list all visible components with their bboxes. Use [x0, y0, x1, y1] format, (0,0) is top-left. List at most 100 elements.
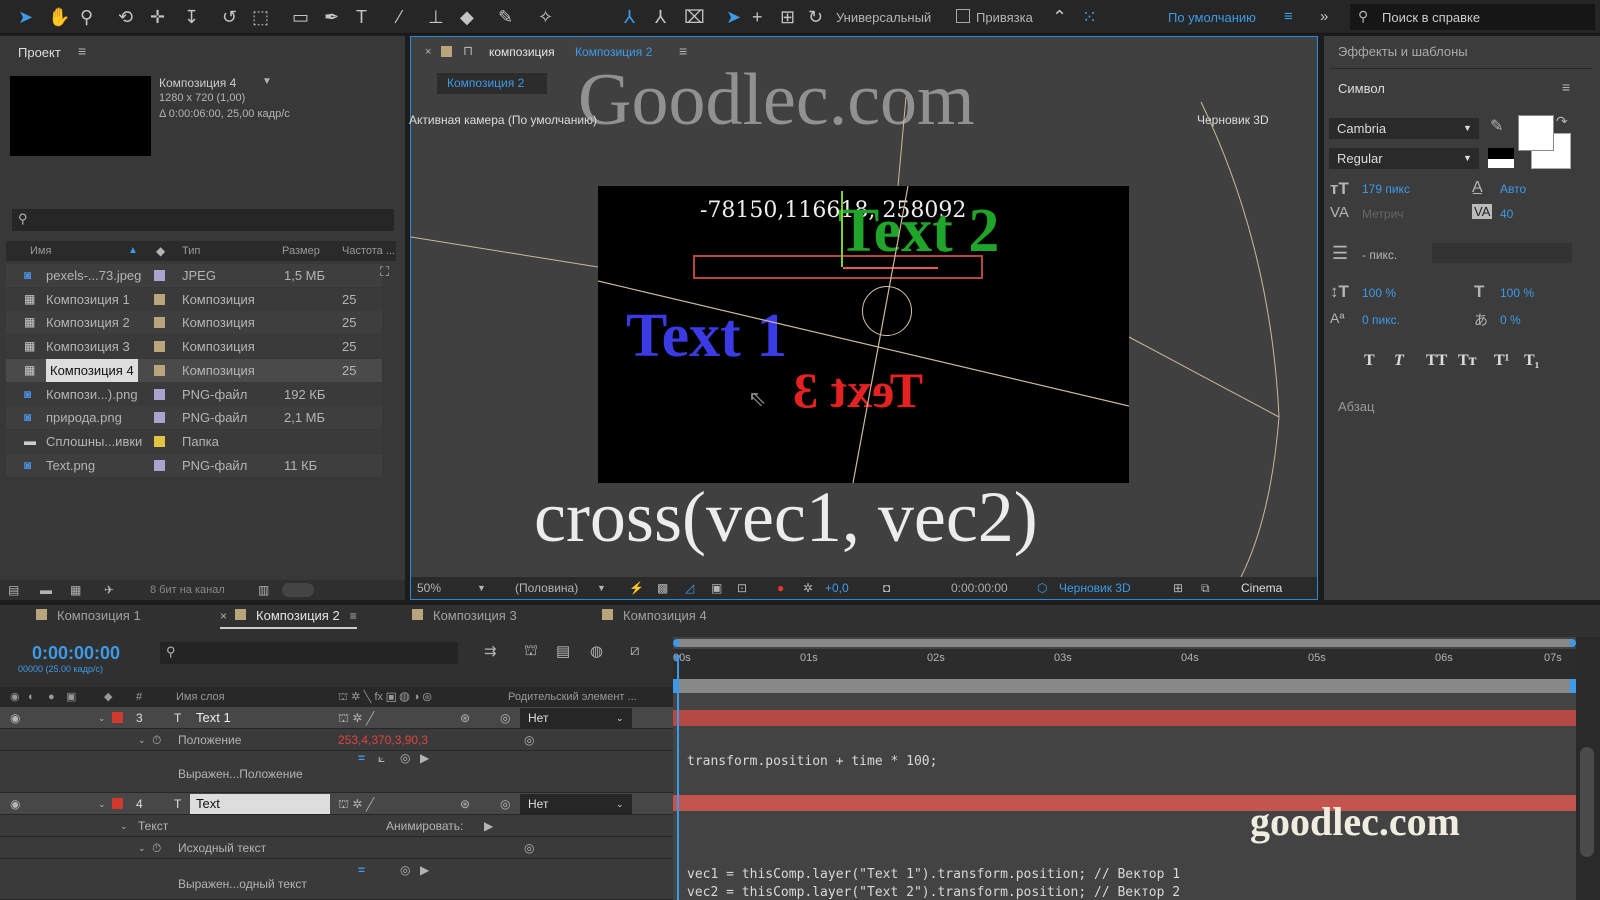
- label-swatch[interactable]: [154, 270, 165, 281]
- expand-icon[interactable]: ⌄: [138, 837, 146, 859]
- audio-icon[interactable]: ◐: [28, 687, 35, 707]
- label-swatch[interactable]: [154, 293, 165, 305]
- col-parent[interactable]: Родительский элемент ...: [508, 687, 637, 707]
- timeline-tab[interactable]: Композиция 3: [412, 605, 517, 627]
- project-item[interactable]: ▦ Композиция 2 Композиция 25: [6, 311, 382, 335]
- stroke-style-select[interactable]: [1432, 243, 1572, 263]
- frame-blending-icon[interactable]: ▤: [556, 642, 570, 660]
- label-swatch[interactable]: [154, 459, 165, 471]
- stroke-width-value[interactable]: - пикс.: [1362, 248, 1397, 262]
- solo-icon[interactable]: ●: [48, 687, 55, 707]
- col-name[interactable]: Имя: [30, 241, 51, 261]
- animate-menu-icon[interactable]: ▶: [484, 815, 493, 837]
- layer-row-text[interactable]: ◉ ⌄ 4 T Text ⛫ ✲ ╱ ⊛ ◎ Нет ⌄: [0, 793, 673, 815]
- move-icon[interactable]: +: [752, 5, 763, 29]
- project-item[interactable]: ▬ Сплошны...ивки Папка: [6, 429, 382, 453]
- view-options-icon[interactable]: ⧉: [1201, 577, 1210, 599]
- more-workspaces-icon[interactable]: »: [1320, 5, 1328, 29]
- pointer-icon[interactable]: ➤: [726, 5, 741, 29]
- expression-menu-icon[interactable]: ▶: [420, 859, 429, 881]
- font-family-select[interactable]: Cambria ▼: [1329, 118, 1479, 139]
- render-icon[interactable]: ✈: [104, 580, 114, 600]
- graph-icon[interactable]: ⟀: [378, 747, 385, 769]
- col-layer-name[interactable]: Имя слоя: [176, 687, 225, 707]
- clone-stamp-icon[interactable]: ⊥: [428, 5, 444, 29]
- expand-icon[interactable]: ⌄: [138, 729, 146, 751]
- project-item[interactable]: ▦ Композиция 3 Композиция 25: [6, 335, 382, 359]
- motion-blur-icon[interactable]: ◍: [590, 642, 603, 660]
- project-item[interactable]: ▦ Композиция 4 Композиция 25: [6, 358, 382, 382]
- visibility-icon[interactable]: ◉: [10, 707, 20, 729]
- eyedropper-icon[interactable]: ✎: [1490, 116, 1503, 136]
- superscript-button[interactable]: T¹: [1494, 352, 1509, 370]
- view-layout-icon[interactable]: ⊞: [1173, 577, 1183, 599]
- label-swatch[interactable]: [154, 341, 165, 353]
- rotate-tool-icon[interactable]: ↺: [222, 5, 237, 29]
- label-swatch[interactable]: [112, 712, 123, 723]
- exposure-value[interactable]: +0,0: [825, 577, 849, 599]
- paragraph-tab[interactable]: Абзац: [1338, 399, 1374, 414]
- label-swatch[interactable]: [112, 798, 123, 809]
- draft3d-icon[interactable]: ⛫: [524, 642, 538, 661]
- dropdown-icon[interactable]: ▼: [262, 76, 272, 87]
- composition-flowchart-icon[interactable]: ⇉: [484, 642, 497, 660]
- close-tab-icon[interactable]: ×: [220, 609, 227, 623]
- font-style-select[interactable]: Regular ▼: [1329, 148, 1479, 169]
- zoom-select[interactable]: 50%: [417, 577, 441, 599]
- horizontal-scale-value[interactable]: 100 %: [1500, 286, 1534, 300]
- rectangle-tool-icon[interactable]: ▭: [292, 5, 309, 29]
- project-item[interactable]: ▦ Композиция 1 Композиция 25: [6, 287, 382, 311]
- camera-select[interactable]: Cinema: [1241, 577, 1282, 599]
- shy-icon[interactable]: ⛫ ✲ ╱: [338, 707, 374, 729]
- project-search-input[interactable]: ⚲: [12, 209, 394, 231]
- 3d-layer-icon[interactable]: ⊛: [460, 707, 470, 729]
- col-rate[interactable]: Частота ...: [342, 241, 395, 261]
- project-item[interactable]: ◙ pexels-...73.jpeg JPEG 1,5 МБ: [6, 264, 382, 287]
- project-title[interactable]: Проект: [18, 45, 61, 60]
- feather-icon[interactable]: ⁙: [1082, 5, 1097, 29]
- fast-preview-icon[interactable]: ⚡: [629, 577, 644, 599]
- graph-editor-icon[interactable]: ⧄: [630, 642, 640, 659]
- layer-bar-text1[interactable]: [673, 710, 1576, 726]
- dolly-camera-icon[interactable]: ↧: [184, 5, 199, 29]
- snap-label[interactable]: Привязка: [976, 10, 1033, 25]
- lock-icon[interactable]: ⊓: [463, 43, 473, 59]
- help-search-input[interactable]: ⚲ Поиск в справке: [1350, 4, 1595, 30]
- 3d-layer-icon[interactable]: ⊛: [460, 793, 470, 815]
- pen-tool-icon[interactable]: ✒: [324, 5, 339, 29]
- project-item[interactable]: ◙ Компози...).png PNG-файл 192 КБ: [6, 382, 382, 406]
- leading-value[interactable]: Авто: [1500, 182, 1526, 196]
- viewer-timecode[interactable]: 0:00:00:00: [951, 577, 1008, 599]
- layer-row-text1[interactable]: ◉ ⌄ 3 T Text 1 ⛫ ✲ ╱ ⊛ ◎ Нет ⌄: [0, 707, 673, 729]
- brush-tool-icon[interactable]: ⁄: [398, 5, 401, 29]
- col-size[interactable]: Размер: [282, 241, 320, 261]
- orbit-camera-icon[interactable]: ⟲: [118, 5, 133, 29]
- label-swatch[interactable]: [154, 317, 165, 329]
- animate-label[interactable]: Анимировать:: [386, 815, 463, 837]
- lock-icon[interactable]: ▣: [66, 687, 76, 707]
- mask-visibility-icon[interactable]: ◿: [685, 577, 694, 599]
- puppet-pin-icon[interactable]: ✧: [538, 5, 553, 29]
- project-item[interactable]: ◙ Text.png PNG-файл 11 КБ: [6, 453, 382, 477]
- col-type[interactable]: Тип: [182, 241, 200, 261]
- viewer-tab-name[interactable]: Композиция 2: [575, 45, 652, 59]
- anchor-tool-icon[interactable]: ⬚: [252, 5, 269, 29]
- stopwatch-icon[interactable]: ⏱: [152, 729, 161, 751]
- swap-colors-icon[interactable]: ↷: [1556, 113, 1568, 130]
- exposure-reset-icon[interactable]: ✲: [803, 577, 813, 599]
- region-interest-icon[interactable]: ▣: [711, 577, 722, 599]
- text-tool-icon[interactable]: T: [356, 5, 367, 29]
- timeline-scrollbar[interactable]: [1576, 637, 1600, 900]
- new-folder-icon[interactable]: ▬: [40, 580, 52, 600]
- close-tab-icon[interactable]: ×: [425, 46, 431, 58]
- effects-presets-tab[interactable]: Эффекты и шаблоны: [1338, 44, 1468, 59]
- stopwatch-icon[interactable]: ⏱: [152, 837, 161, 859]
- label-tag-icon[interactable]: ◆: [104, 687, 112, 707]
- time-navigator[interactable]: [673, 639, 1576, 647]
- scrollbar-thumb[interactable]: [1580, 747, 1594, 857]
- trash-icon[interactable]: ▥: [258, 580, 269, 600]
- kerning-value[interactable]: Метрич: [1362, 207, 1404, 221]
- font-size-value[interactable]: 179 пикс: [1362, 182, 1410, 196]
- channel-icon[interactable]: ●: [777, 577, 784, 599]
- baseline-shift-value[interactable]: 0 пикс.: [1362, 313, 1400, 327]
